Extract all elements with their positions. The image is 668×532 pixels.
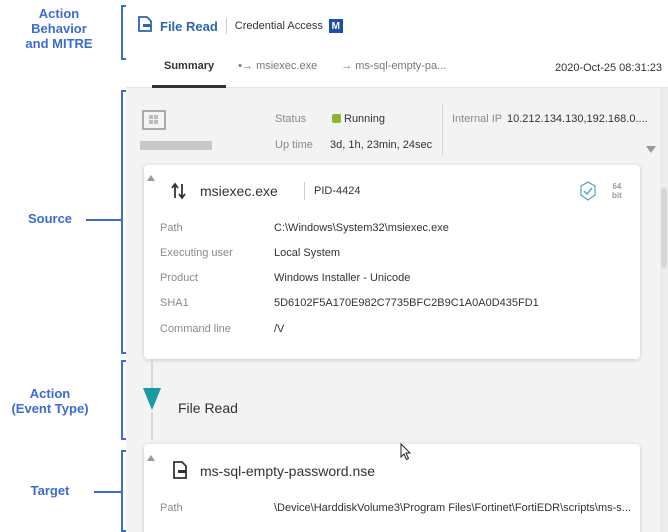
- source-process-name: msiexec.exe: [200, 183, 278, 199]
- process-arrow-icon: •→: [238, 60, 253, 72]
- status-value-text: Running: [344, 113, 385, 125]
- annotation-action: Action (Event Type): [0, 386, 100, 416]
- source-field-label: SHA1: [160, 297, 189, 309]
- internal-ip-label: Internal IP: [452, 113, 503, 125]
- scrollbar[interactable]: [660, 88, 668, 532]
- title-separator: [225, 18, 227, 34]
- pid-separator: [304, 182, 305, 200]
- annotation-target: Target: [30, 483, 70, 498]
- tab-ms-sql-label: ms-sql-empty-pa...: [355, 60, 447, 72]
- tab-msiexec-label: msiexec.exe: [256, 60, 318, 72]
- verified-shield-icon[interactable]: [578, 181, 598, 206]
- running-indicator-icon: [332, 114, 341, 123]
- annotation-behavior: Action Behavior and MITRE: [0, 6, 118, 51]
- source-pid: PID-4424: [314, 185, 361, 197]
- windows-host-icon: [142, 110, 166, 130]
- annotation-action-line-2: (Event Type): [11, 401, 89, 416]
- expand-icon[interactable]: [646, 146, 656, 153]
- process-arrow-icon: →: [341, 60, 353, 72]
- status-value: Running: [332, 113, 385, 125]
- action-event-type: File Read: [178, 400, 238, 416]
- source-field-label: Product: [160, 272, 198, 284]
- annotation-behavior-line-1: Action: [38, 6, 80, 21]
- target-file-name: ms-sql-empty-password.nse: [200, 463, 376, 479]
- source-field-label: Path: [160, 222, 183, 234]
- annotation-behavior-line-3: and MITRE: [25, 36, 93, 51]
- collapse-source-icon[interactable]: [147, 175, 155, 181]
- host-name-redacted: [140, 141, 212, 150]
- mouse-cursor-icon: [400, 442, 412, 466]
- source-field-value: C:\Windows\System32\msiexec.exe: [274, 222, 449, 234]
- annotation-dash-source: [86, 219, 122, 221]
- internal-ip-value: 10.212.134.130,192.168.0....: [507, 113, 648, 125]
- source-field-value: Windows Installer - Unicode: [274, 272, 411, 284]
- host-info-separator: [442, 104, 443, 156]
- tab-summary-label: Summary: [164, 60, 215, 72]
- event-title: File Read: [160, 18, 218, 34]
- source-field-label: Command line: [160, 323, 231, 335]
- tab-ms-sql[interactable]: → ms-sql-empty-pa...: [329, 52, 458, 88]
- process-swap-icon: [170, 182, 188, 205]
- event-timestamp: 2020-Oct-25 08:31:23: [554, 62, 662, 74]
- source-field-value: 5D6102F5A170E982C7735BFC2B9C1A0A0D435FD1: [274, 297, 539, 309]
- collapse-target-icon[interactable]: [147, 455, 155, 461]
- event-title-row: File Read Credential Access M: [136, 14, 343, 38]
- annotation-action-line-1: Action: [29, 386, 71, 401]
- source-field-value: /V: [274, 323, 285, 335]
- file-read-icon: [136, 15, 154, 38]
- target-card: [144, 444, 640, 532]
- action-connector-bottom: [151, 412, 153, 440]
- annotation-behavior-line-2: Behavior: [31, 21, 87, 36]
- mitre-icon[interactable]: M: [328, 19, 343, 33]
- annotation-source: Source: [27, 211, 73, 226]
- target-path-label: Path: [160, 502, 183, 514]
- tab-summary[interactable]: Summary: [152, 52, 227, 88]
- mitre-tactic-label: Credential Access: [234, 20, 323, 32]
- annotation-dash-target: [94, 491, 122, 493]
- scrollbar-thumb[interactable]: [661, 188, 667, 268]
- uptime-label: Up time: [275, 139, 313, 151]
- uptime-value: 3d, 1h, 23min, 24sec: [330, 139, 433, 151]
- event-panel: File Read Credential Access M Summary •→…: [126, 0, 668, 532]
- source-field-value: Local System: [274, 247, 341, 259]
- file-icon: [172, 461, 188, 484]
- bitness-number: 64: [612, 182, 622, 191]
- bitness-badge: 64 bit: [612, 182, 622, 200]
- status-label: Status: [275, 113, 307, 125]
- bitness-unit: bit: [612, 191, 622, 200]
- target-path-value: \Device\HarddiskVolume3\Program Files\Fo…: [274, 502, 631, 514]
- source-field-label: Executing user: [160, 247, 233, 259]
- tab-msiexec[interactable]: •→ msiexec.exe: [226, 52, 329, 88]
- event-header: File Read Credential Access M Summary •→…: [126, 0, 668, 88]
